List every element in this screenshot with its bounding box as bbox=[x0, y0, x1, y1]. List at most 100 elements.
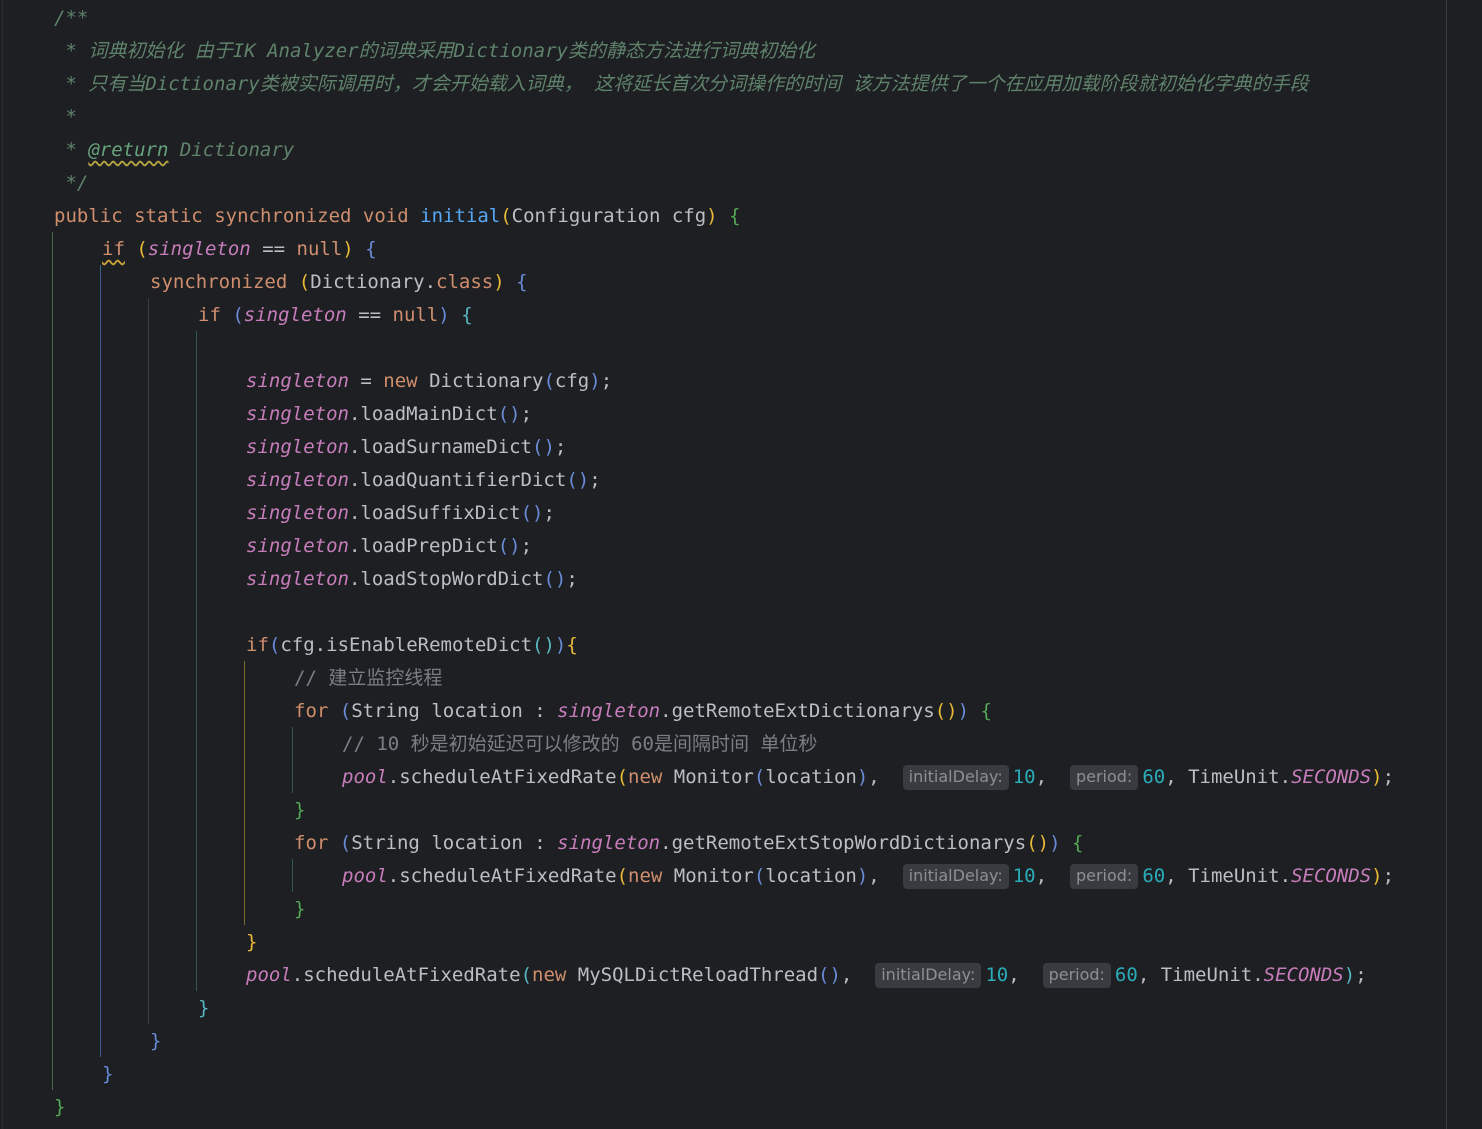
number-literal: 10 bbox=[1012, 766, 1036, 788]
type-name: Dictionary bbox=[310, 271, 425, 293]
field-singleton: singleton bbox=[246, 469, 349, 491]
doc-comment-open: /** bbox=[54, 7, 89, 29]
line-comment: // 10 秒是初始延迟可以修改的 60是间隔时间 单位秒 bbox=[342, 733, 818, 755]
code-line-21: // 建立监控线程 bbox=[294, 662, 442, 695]
indent-guide bbox=[292, 859, 293, 892]
parameter: cfg bbox=[554, 370, 590, 392]
field-pool: pool bbox=[342, 766, 388, 788]
type-name: String bbox=[351, 832, 420, 854]
keyword: synchronized bbox=[214, 205, 352, 227]
type-name: Monitor bbox=[673, 766, 754, 788]
code-line-16: singleton.loadSuffixDict(); bbox=[246, 502, 555, 524]
code-line-13: singleton.loadMainDict(); bbox=[246, 403, 533, 425]
variable: location bbox=[765, 766, 857, 788]
enum-constant: SECONDS bbox=[1263, 964, 1344, 986]
parameter-hint[interactable]: initialDelay: bbox=[902, 864, 1009, 889]
variable: location bbox=[431, 700, 523, 722]
return-tag: @return bbox=[88, 139, 169, 161]
indent-guide bbox=[148, 298, 149, 1024]
code-line-2: * 词典初始化 由于IK Analyzer的词典采用Dictionary类的静态… bbox=[54, 35, 815, 68]
code-line-31: } bbox=[198, 997, 210, 1019]
keyword: null bbox=[392, 304, 439, 326]
code-line-15: singleton.loadQuantifierDict(); bbox=[246, 469, 601, 491]
field-pool: pool bbox=[246, 964, 292, 986]
indent-guide bbox=[196, 331, 197, 991]
method-call: loadSurnameDict bbox=[360, 436, 532, 458]
code-line-25: } bbox=[294, 799, 306, 821]
number-literal: 60 bbox=[1142, 865, 1166, 887]
code-line-10: if (singleton == null) { bbox=[198, 304, 473, 326]
field-singleton: singleton bbox=[246, 436, 349, 458]
keyword: public bbox=[54, 205, 123, 227]
keyword: new bbox=[628, 766, 663, 788]
type-name: TimeUnit bbox=[1160, 964, 1253, 986]
code-line-17: singleton.loadPrepDict(); bbox=[246, 535, 533, 557]
code-line-8: if (singleton == null) { bbox=[102, 238, 377, 260]
field-singleton: singleton bbox=[246, 535, 349, 557]
code-line-30: pool.scheduleAtFixedRate(new MySQLDictRe… bbox=[246, 963, 1367, 988]
method-name: initial bbox=[420, 205, 501, 227]
code-line-33: } bbox=[102, 1063, 114, 1085]
keyword: new bbox=[383, 370, 418, 392]
code-line-23: // 10 秒是初始延迟可以修改的 60是间隔时间 单位秒 bbox=[342, 728, 817, 761]
return-type: Dictionary bbox=[168, 139, 295, 161]
code-line-32: } bbox=[150, 1030, 162, 1052]
parameter-hint[interactable]: initialDelay: bbox=[902, 765, 1009, 790]
indent-guide bbox=[292, 727, 293, 793]
keyword: void bbox=[362, 205, 409, 227]
type-name: MySQLDictReloadThread bbox=[577, 964, 819, 986]
indent-guide bbox=[100, 265, 101, 1057]
parameter: cfg bbox=[671, 205, 707, 227]
keyword: class bbox=[436, 271, 494, 293]
indent-guide bbox=[244, 661, 245, 925]
method-call: scheduleAtFixedRate bbox=[399, 766, 617, 788]
method-call: scheduleAtFixedRate bbox=[399, 865, 617, 887]
parameter-hint[interactable]: period: bbox=[1042, 963, 1111, 988]
editor-left-border bbox=[2, 0, 3, 1129]
parameter-hint[interactable]: period: bbox=[1069, 864, 1139, 889]
keyword: for bbox=[294, 700, 329, 722]
code-line-3: * 只有当Dictionary类被实际调用时，才会开始载入词典， 这将延长首次分… bbox=[54, 68, 1308, 101]
right-margin-guide bbox=[1446, 0, 1447, 1129]
keyword: if bbox=[246, 634, 269, 656]
type-name: Monitor bbox=[673, 865, 754, 887]
method-call: loadSuffixDict bbox=[360, 502, 521, 524]
code-line-29: } bbox=[246, 931, 258, 953]
field-singleton: singleton bbox=[557, 832, 661, 854]
method-call: loadPrepDict bbox=[360, 535, 498, 557]
variable: location bbox=[431, 832, 523, 854]
method-call: loadStopWordDict bbox=[360, 568, 544, 590]
code-line-14: singleton.loadSurnameDict(); bbox=[246, 436, 567, 458]
keyword: new bbox=[532, 964, 567, 986]
keyword: synchronized bbox=[150, 271, 288, 293]
parameter-hint[interactable]: period: bbox=[1069, 765, 1139, 790]
code-line-12: singleton = new Dictionary(cfg); bbox=[246, 370, 613, 392]
code-line-24: pool.scheduleAtFixedRate(new Monitor(loc… bbox=[342, 765, 1395, 790]
keyword: new bbox=[628, 865, 663, 887]
type-name: String bbox=[351, 700, 420, 722]
parameter-hint[interactable]: initialDelay: bbox=[875, 963, 982, 988]
code-editor[interactable]: /** * 词典初始化 由于IK Analyzer的词典采用Dictionary… bbox=[0, 0, 1482, 1129]
code-line-18: singleton.loadStopWordDict(); bbox=[246, 568, 578, 590]
method-call: loadQuantifierDict bbox=[360, 469, 567, 491]
field-singleton: singleton bbox=[246, 370, 349, 392]
number-literal: 60 bbox=[1142, 766, 1166, 788]
code-line-34: } bbox=[54, 1096, 66, 1118]
field-pool: pool bbox=[342, 865, 388, 887]
code-line-20: if(cfg.isEnableRemoteDict()){ bbox=[246, 634, 578, 656]
number-literal: 60 bbox=[1114, 964, 1138, 986]
field-singleton: singleton bbox=[246, 568, 349, 590]
type-name: Dictionary bbox=[429, 370, 544, 392]
code-line-1: /** bbox=[54, 2, 88, 35]
doc-comment-text: * bbox=[54, 139, 89, 161]
field-singleton: singleton bbox=[246, 502, 349, 524]
keyword: for bbox=[294, 832, 329, 854]
field-singleton: singleton bbox=[557, 700, 661, 722]
method-call: isEnableRemoteDict bbox=[326, 634, 533, 656]
line-comment: // 建立监控线程 bbox=[294, 667, 443, 689]
field-singleton: singleton bbox=[243, 304, 347, 326]
enum-constant: SECONDS bbox=[1291, 865, 1372, 887]
method-call: loadMainDict bbox=[360, 403, 498, 425]
parameter: cfg bbox=[280, 634, 315, 656]
field-singleton: singleton bbox=[147, 238, 251, 260]
